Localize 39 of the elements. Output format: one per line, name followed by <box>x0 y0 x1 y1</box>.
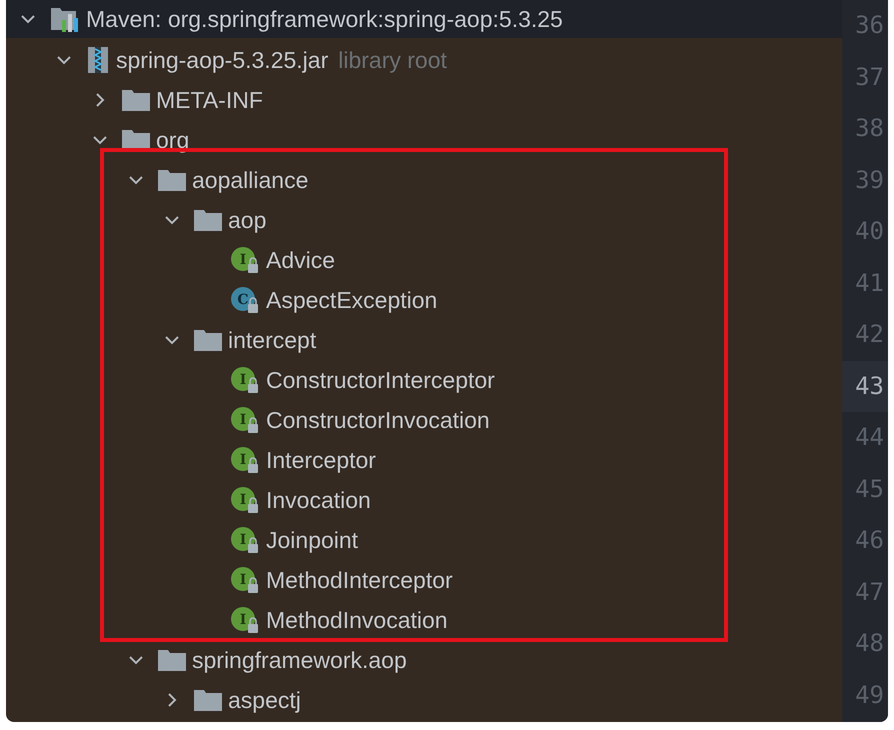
line-number: 46 <box>854 525 885 556</box>
tree-item[interactable]: Invocation <box>266 486 371 514</box>
tree-item[interactable]: ConstructorInterceptor <box>266 366 495 394</box>
tree-item[interactable]: aspectj <box>228 686 301 714</box>
line-number: 47 <box>854 576 885 608</box>
line-number: 48 <box>854 628 885 659</box>
tree-item[interactable]: spring-aop-5.3.25.jar <box>116 46 328 74</box>
tree-item[interactable]: Joinpoint <box>266 526 358 554</box>
tree-item[interactable]: ConstructorInvocation <box>266 406 490 434</box>
tree-item[interactable]: AspectException <box>266 286 438 314</box>
line-number: 40 <box>854 216 885 247</box>
folder-icon <box>158 169 186 191</box>
tree-item[interactable]: Interceptor <box>266 446 376 474</box>
line-number: 42 <box>854 319 885 350</box>
tree-item[interactable]: springframework.aop <box>192 646 407 674</box>
archive-icon <box>86 46 110 74</box>
tree-item[interactable]: aopalliance <box>192 166 308 194</box>
folder-icon <box>194 329 222 351</box>
tree-item[interactable]: MethodInterceptor <box>266 566 453 594</box>
line-number: 49 <box>854 680 885 710</box>
line-number: 38 <box>854 113 885 144</box>
tree-item[interactable]: MethodInvocation <box>266 606 448 634</box>
folder-icon <box>194 689 222 711</box>
line-number: 39 <box>854 164 885 196</box>
tree-item[interactable]: META-INF <box>156 86 263 114</box>
line-number: 37 <box>854 62 885 92</box>
line-number: 36 <box>854 10 885 41</box>
folder-icon <box>158 649 186 671</box>
tree-item[interactable]: aop <box>228 206 266 234</box>
line-number: 44 <box>854 422 885 453</box>
library-root-hint: library root <box>338 46 447 74</box>
folder-icon <box>122 89 150 111</box>
tree-item[interactable]: intercept <box>228 326 316 354</box>
tree-item[interactable]: Advice <box>266 246 336 274</box>
line-number: 41 <box>854 268 885 298</box>
library-icon <box>50 6 80 32</box>
line-number: 45 <box>854 474 885 504</box>
line-number: 43 <box>842 360 888 412</box>
folder-icon <box>194 209 222 231</box>
